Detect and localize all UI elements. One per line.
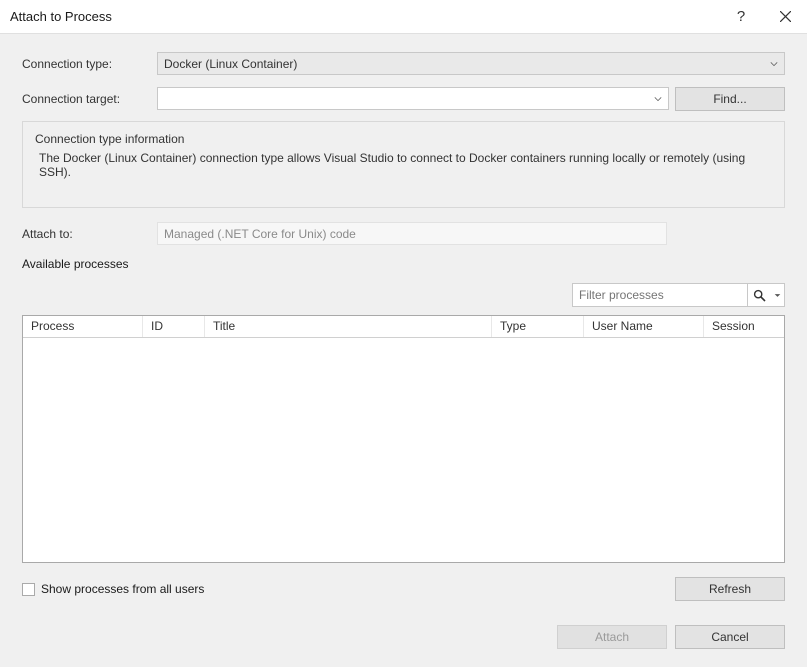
titlebar: Attach to Process ? bbox=[0, 0, 807, 34]
chevron-down-icon bbox=[654, 92, 662, 106]
filter-field[interactable] bbox=[579, 284, 741, 306]
connection-type-label: Connection type: bbox=[22, 57, 157, 71]
attach-button[interactable]: Attach bbox=[557, 625, 667, 649]
connection-type-combo[interactable]: Docker (Linux Container) bbox=[157, 52, 785, 75]
connection-info-group: Connection type information The Docker (… bbox=[22, 121, 785, 208]
available-processes-label: Available processes bbox=[22, 257, 785, 271]
show-all-users-checkbox[interactable]: Show processes from all users bbox=[22, 582, 675, 596]
col-session[interactable]: Session bbox=[704, 316, 784, 337]
window-title: Attach to Process bbox=[10, 9, 719, 24]
help-button[interactable]: ? bbox=[719, 0, 763, 34]
show-all-users-label: Show processes from all users bbox=[41, 582, 204, 596]
attach-to-label: Attach to: bbox=[22, 227, 157, 241]
col-id[interactable]: ID bbox=[143, 316, 205, 337]
col-title[interactable]: Title bbox=[205, 316, 492, 337]
table-body bbox=[23, 338, 784, 562]
dialog-footer: Attach Cancel bbox=[0, 613, 807, 667]
connection-target-input[interactable] bbox=[157, 87, 669, 110]
close-button[interactable] bbox=[763, 0, 807, 34]
connection-target-label: Connection target: bbox=[22, 92, 157, 106]
cancel-button[interactable]: Cancel bbox=[675, 625, 785, 649]
col-process[interactable]: Process bbox=[23, 316, 143, 337]
col-type[interactable]: Type bbox=[492, 316, 584, 337]
process-table[interactable]: Process ID Title Type User Name Session bbox=[22, 315, 785, 563]
connection-info-body: The Docker (Linux Container) connection … bbox=[35, 151, 772, 179]
caret-down-icon bbox=[774, 292, 781, 299]
filter-dropdown[interactable] bbox=[770, 284, 784, 306]
col-user[interactable]: User Name bbox=[584, 316, 704, 337]
connection-type-value: Docker (Linux Container) bbox=[164, 57, 297, 71]
search-button[interactable] bbox=[748, 284, 770, 306]
find-button[interactable]: Find... bbox=[675, 87, 785, 111]
connection-target-field[interactable] bbox=[164, 88, 662, 109]
filter-input[interactable] bbox=[572, 283, 747, 307]
checkbox-icon bbox=[22, 583, 35, 596]
connection-info-title: Connection type information bbox=[35, 132, 772, 146]
attach-to-value: Managed (.NET Core for Unix) code bbox=[157, 222, 667, 245]
refresh-button[interactable]: Refresh bbox=[675, 577, 785, 601]
chevron-down-icon bbox=[770, 57, 778, 71]
close-icon bbox=[780, 11, 791, 22]
table-header: Process ID Title Type User Name Session bbox=[23, 316, 784, 338]
search-icon bbox=[753, 289, 766, 302]
